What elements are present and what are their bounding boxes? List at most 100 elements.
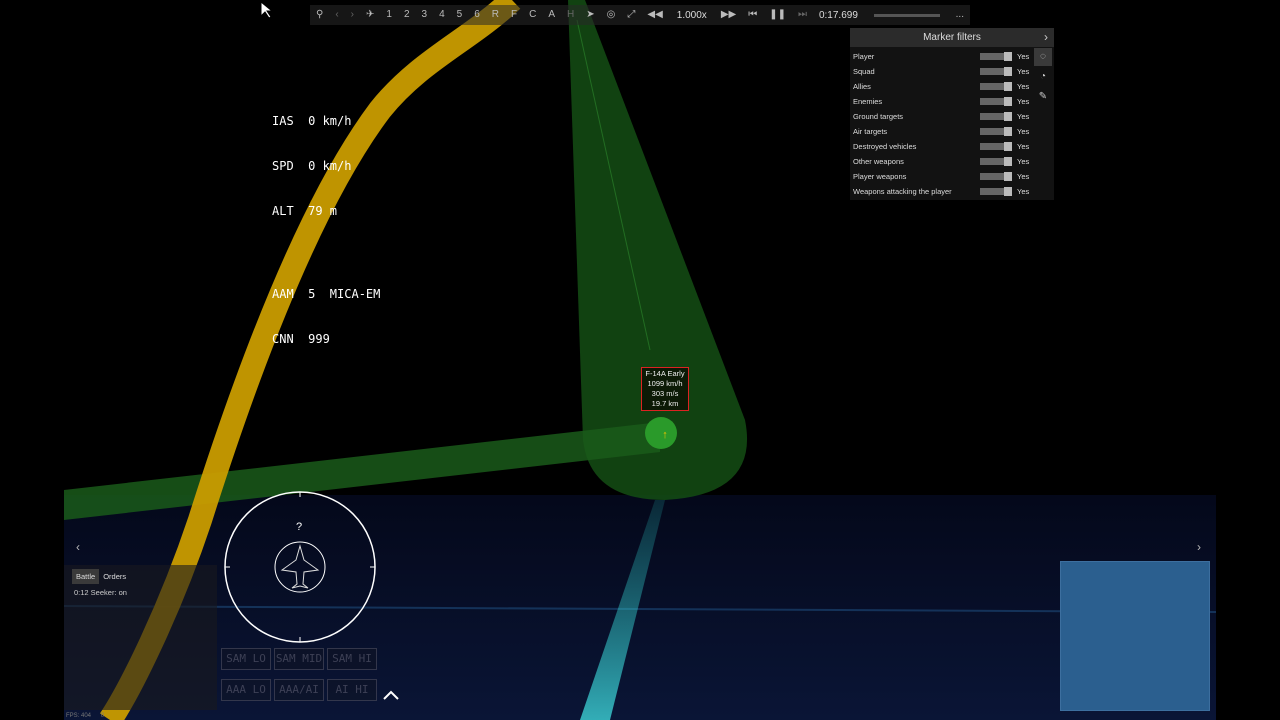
camera-icon[interactable]: ⚲: [310, 5, 329, 25]
filter-row: Squad Yes: [850, 64, 1054, 79]
slot-4[interactable]: 4: [433, 5, 451, 25]
target-marker: [645, 417, 677, 449]
flight-hud: IAS 0 km/h SPD 0 km/h ALT 79 m AAM 5 MIC…: [272, 84, 380, 362]
hud-ias: IAS 0 km/h: [272, 114, 352, 128]
filter-row: Enemies Yes: [850, 94, 1054, 109]
filter-toggle[interactable]: [980, 82, 1012, 91]
mouse-cursor-icon: [260, 0, 274, 24]
filter-value: Yes: [1017, 52, 1030, 61]
fps-extra: 0: [100, 713, 105, 719]
radio-sam-hi[interactable]: SAM HI: [327, 648, 377, 670]
filter-label: Other weapons: [853, 157, 904, 166]
filter-toggle[interactable]: [980, 97, 1012, 106]
filter-toggle[interactable]: [980, 142, 1012, 151]
next-arrow-icon[interactable]: ›: [345, 5, 360, 25]
filter-label: Enemies: [853, 97, 883, 106]
filter-toggle[interactable]: [980, 67, 1012, 76]
filter-value: Yes: [1017, 172, 1030, 181]
filter-value: Yes: [1017, 127, 1030, 136]
filter-row: Player weapons Yes: [850, 169, 1054, 184]
more-menu[interactable]: ...: [950, 5, 970, 25]
filter-label: Player weapons: [853, 172, 907, 181]
filter-value: Yes: [1017, 97, 1030, 106]
fps-text: FPS: 404: [66, 713, 92, 719]
replay-toolbar: ⚲ ‹ › ✈ 1 2 3 4 5 6 R F C A H ➤ ◎ ⤢ ◀◀ 1…: [310, 5, 970, 25]
chevron-left-icon[interactable]: ‹: [76, 540, 80, 554]
radio-sam-lo[interactable]: SAM LO: [221, 648, 271, 670]
pause-icon[interactable]: ❚❚: [763, 5, 792, 25]
radio-sam-mid[interactable]: SAM MID: [274, 648, 324, 670]
filter-toggle[interactable]: [980, 127, 1012, 136]
chevron-right-icon[interactable]: ›: [1197, 540, 1201, 554]
fullscreen-icon[interactable]: ⤢: [621, 5, 641, 25]
aircraft-view-icon[interactable]: ✈: [360, 5, 380, 25]
hud-alt: ALT 79 m: [272, 204, 338, 218]
filter-toggle[interactable]: [980, 187, 1012, 196]
filter-side-icons: ◌ ◔ ✎: [1034, 48, 1054, 108]
slot-3[interactable]: 3: [416, 5, 434, 25]
filter-row: Destroyed vehicles Yes: [850, 139, 1054, 154]
slot-c[interactable]: C: [523, 5, 542, 25]
filter-toggle[interactable]: [980, 112, 1012, 121]
filter-value: Yes: [1017, 157, 1030, 166]
filter-label: Destroyed vehicles: [853, 142, 917, 151]
playback-speed: 1.000x: [676, 9, 707, 21]
slot-r[interactable]: R: [486, 5, 505, 25]
slot-5[interactable]: 5: [451, 5, 469, 25]
filters-title: Marker filters: [923, 32, 981, 43]
slot-2[interactable]: 2: [398, 5, 416, 25]
marker-icon[interactable]: ◎: [601, 5, 622, 25]
filter-row: Air targets Yes: [850, 124, 1054, 139]
radio-aaa-ai[interactable]: AAA/AI: [274, 679, 324, 701]
replay-time: 0:17.699: [818, 9, 858, 21]
filter-row: Player Yes: [850, 49, 1054, 64]
filter-row: Other weapons Yes: [850, 154, 1054, 169]
target-arrow: ↑: [662, 429, 668, 441]
hud-cnn: CNN 999: [272, 332, 330, 346]
skip-forward-icon[interactable]: ⏭: [792, 5, 813, 25]
compass-heading: ?: [296, 521, 303, 533]
filter-value: Yes: [1017, 82, 1030, 91]
prev-arrow-icon[interactable]: ‹: [329, 5, 344, 25]
radio-ai-hi[interactable]: AI HI: [327, 679, 377, 701]
radar-icon[interactable]: ◔: [1034, 68, 1052, 86]
timeline-slider[interactable]: [873, 13, 940, 17]
slot-6[interactable]: 6: [468, 5, 486, 25]
filter-label: Allies: [853, 82, 871, 91]
brush-icon[interactable]: ✎: [1034, 88, 1052, 106]
marker-icon[interactable]: ◌: [1034, 48, 1052, 66]
chat-panel: Battle Orders 0:12 Seeker: on: [64, 565, 217, 710]
filter-label: Ground targets: [853, 112, 904, 121]
filter-value: Yes: [1017, 187, 1030, 196]
chevron-right-icon[interactable]: ›: [1044, 28, 1048, 47]
filter-row: Ground targets Yes: [850, 109, 1054, 124]
tab-orders[interactable]: Orders: [99, 569, 130, 584]
filter-value: Yes: [1017, 112, 1030, 121]
filter-row: Weapons attacking the player Yes: [850, 184, 1054, 199]
filter-toggle[interactable]: [980, 52, 1012, 61]
filter-toggle[interactable]: [980, 172, 1012, 181]
slot-h[interactable]: H: [561, 5, 580, 25]
slot-f[interactable]: F: [505, 5, 523, 25]
filter-value: Yes: [1017, 142, 1030, 151]
target-climb: 303 m/s: [651, 389, 679, 398]
slot-1[interactable]: 1: [380, 5, 398, 25]
rewind-icon[interactable]: ◀◀: [641, 5, 668, 25]
hud-spd: SPD 0 km/h: [272, 159, 352, 173]
filters-header: Marker filters ›: [850, 28, 1054, 47]
filter-label: Squad: [853, 67, 875, 76]
filter-toggle[interactable]: [980, 157, 1012, 166]
pointer-icon[interactable]: ➤: [580, 5, 600, 25]
slot-a[interactable]: A: [542, 5, 561, 25]
fast-forward-icon[interactable]: ▶▶: [715, 5, 742, 25]
target-name: F-14A Early: [645, 369, 685, 378]
target-label: F-14A Early 1099 km/h 303 m/s 19.7 km: [641, 367, 689, 411]
radio-aaa-lo[interactable]: AAA LO: [221, 679, 271, 701]
hud-aam: AAM 5 MICA-EM: [272, 287, 381, 301]
fps-counter: FPS: 404 0: [66, 713, 104, 719]
skip-back-icon[interactable]: ⏮: [742, 5, 763, 25]
filter-label: Air targets: [853, 127, 888, 136]
minimap[interactable]: [1060, 561, 1210, 711]
tab-battle[interactable]: Battle: [72, 569, 100, 584]
chevron-up-icon[interactable]: [382, 688, 400, 702]
